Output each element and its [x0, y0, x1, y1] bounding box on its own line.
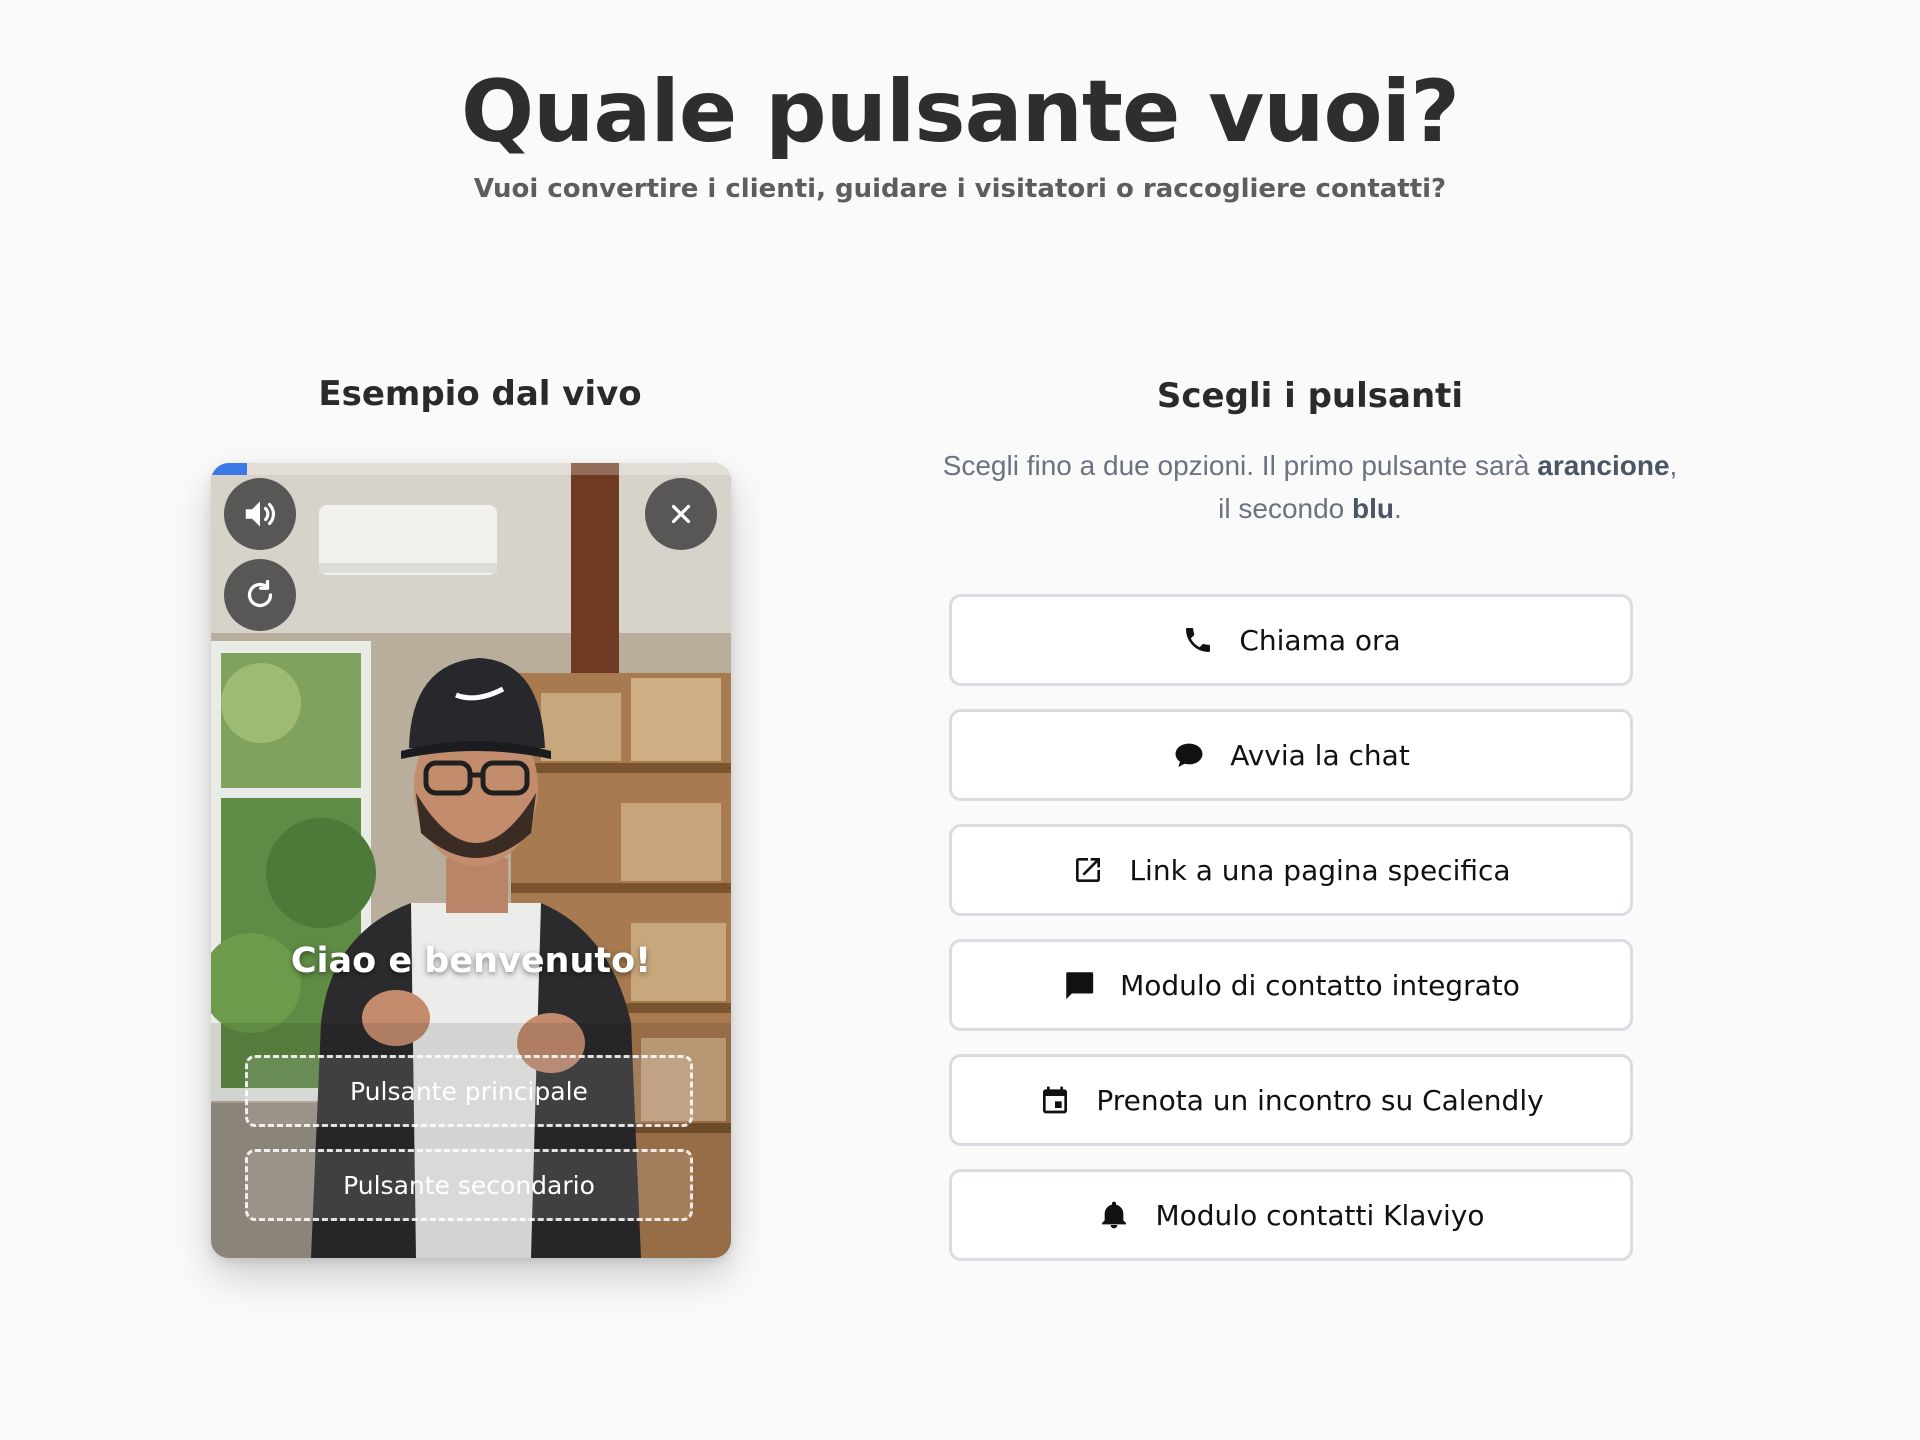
option-start-chat[interactable]: Avvia la chat: [949, 709, 1633, 801]
bell-icon: [1097, 1198, 1131, 1232]
video-widget-preview: Ciao e benvenuto! Pulsante principale Pu…: [211, 463, 731, 1258]
option-calendly[interactable]: Prenota un incontro su Calendly: [949, 1054, 1633, 1146]
replay-button[interactable]: [224, 559, 296, 631]
primary-cta-placeholder[interactable]: Pulsante principale: [245, 1055, 693, 1127]
option-call-now[interactable]: Chiama ora: [949, 594, 1633, 686]
option-label: Modulo contatti Klaviyo: [1155, 1198, 1485, 1232]
live-example-heading: Esempio dal vivo: [318, 374, 642, 414]
video-caption: Ciao e benvenuto!: [290, 941, 652, 981]
option-label: Modulo di contatto integrato: [1120, 968, 1520, 1002]
option-label: Chiama ora: [1239, 623, 1401, 657]
description-text: Scegli fino a due opzioni. Il primo puls…: [942, 450, 1538, 481]
message-icon: [1062, 968, 1096, 1002]
blue-label: blu: [1352, 493, 1395, 524]
choose-buttons-description: Scegli fino a due opzioni. Il primo puls…: [880, 444, 1740, 530]
button-options-list: Chiama ora Avvia la chat Link a una pagi…: [949, 594, 1633, 1284]
chat-bubble-icon: [1172, 738, 1206, 772]
description-text: .: [1394, 493, 1402, 524]
replay-icon: [247, 579, 273, 608]
page-title: Quale pulsante vuoi?: [461, 62, 1460, 162]
description-text: il secondo: [1218, 493, 1353, 524]
close-video-button[interactable]: [645, 478, 717, 550]
sound-toggle-button[interactable]: [224, 478, 296, 550]
external-link-icon: [1071, 853, 1105, 887]
orange-label: arancione: [1537, 450, 1670, 481]
option-label: Link a una pagina specifica: [1129, 853, 1511, 887]
option-link-page[interactable]: Link a una pagina specifica: [949, 824, 1633, 916]
secondary-cta-placeholder[interactable]: Pulsante secondario: [245, 1149, 693, 1221]
option-contact-form[interactable]: Modulo di contatto integrato: [949, 939, 1633, 1031]
phone-icon: [1181, 623, 1215, 657]
option-label: Avvia la chat: [1230, 738, 1410, 772]
close-icon: [671, 504, 691, 524]
option-label: Prenota un incontro su Calendly: [1096, 1083, 1544, 1117]
choose-buttons-heading: Scegli i pulsanti: [1156, 376, 1464, 416]
calendar-icon: [1038, 1083, 1072, 1117]
description-text: ,: [1669, 450, 1678, 481]
option-klaviyo[interactable]: Modulo contatti Klaviyo: [949, 1169, 1633, 1261]
video-progress-track: [211, 463, 731, 475]
speaker-icon: [245, 501, 275, 527]
video-progress-fill: [211, 463, 248, 475]
page-subtitle: Vuoi convertire i clienti, guidare i vis…: [473, 174, 1447, 204]
